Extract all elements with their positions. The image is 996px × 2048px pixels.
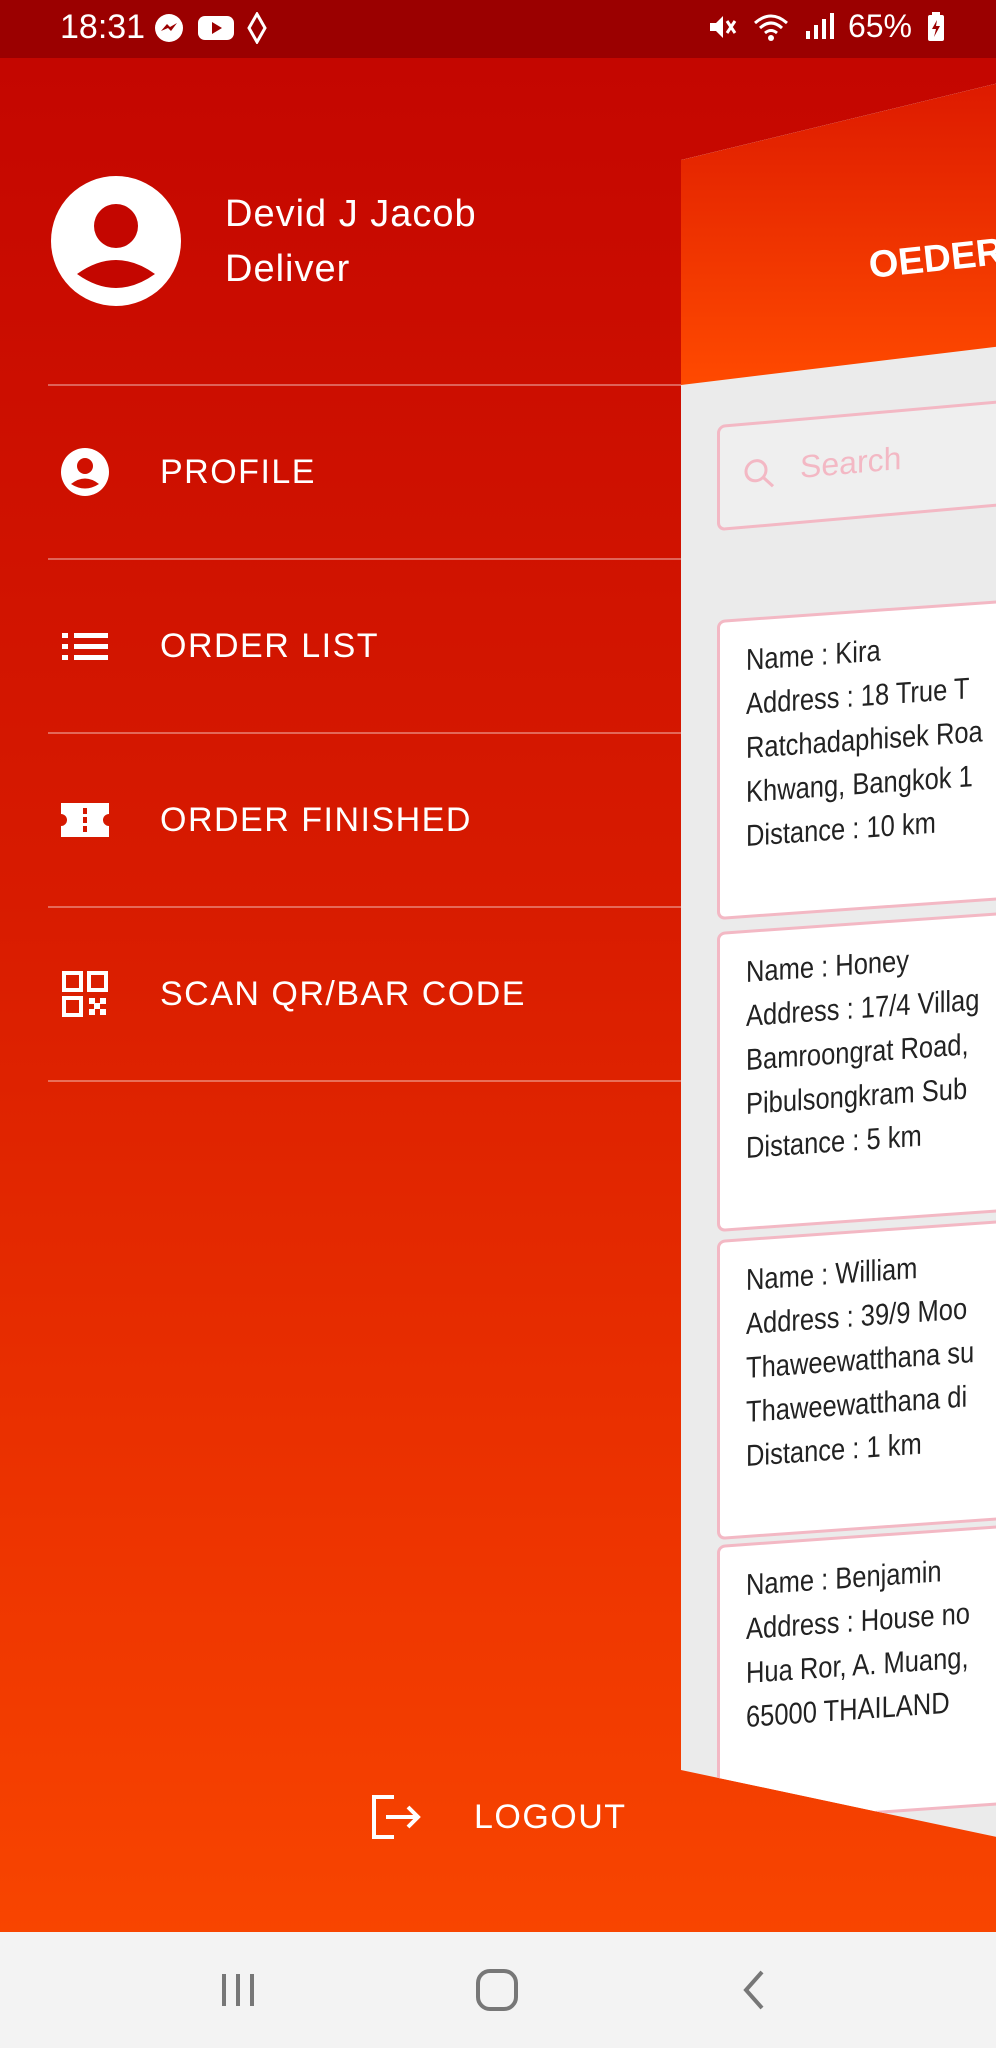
youtube-icon	[198, 16, 234, 40]
battery-percent: 65%	[847, 8, 912, 44]
user-avatar-icon	[53, 178, 179, 304]
order-card[interactable]: Name : Honey Address : 17/4 Villag Bamro…	[717, 908, 996, 1232]
menu-label: PROFILE	[160, 452, 316, 491]
mute-icon	[709, 15, 737, 38]
menu-item-order-finished[interactable]: ORDER FINISHED	[48, 733, 681, 907]
search-icon	[744, 459, 775, 488]
menu-item-order-list[interactable]: ORDER LIST	[48, 559, 681, 733]
order-card[interactable]: Name : Kira Address : 18 True T Ratchada…	[717, 596, 996, 920]
logout-label: LOGOUT	[474, 1797, 627, 1836]
search-placeholder: Search	[800, 440, 902, 485]
user-role: Deliver	[225, 248, 351, 290]
profile-icon	[54, 447, 116, 497]
list-icon	[54, 626, 116, 666]
menu-label: ORDER LIST	[160, 626, 380, 665]
messenger-icon	[155, 14, 183, 42]
back-icon[interactable]	[738, 1966, 772, 2014]
menu-item-profile[interactable]: PROFILE	[48, 385, 681, 559]
menu-label: ORDER FINISHED	[160, 800, 472, 839]
user-name: Devid J Jacob	[225, 193, 477, 235]
logout-button[interactable]: LOGOUT	[370, 1793, 627, 1841]
status-time: 18:31	[60, 8, 146, 46]
status-bar: 18:31 65%	[0, 0, 996, 58]
avatar[interactable]	[51, 176, 181, 306]
battery-icon	[928, 11, 944, 41]
home-icon[interactable]	[474, 1966, 520, 2014]
qr-code-icon	[54, 971, 116, 1017]
menu-item-scan-qr[interactable]: SCAN QR/BAR CODE	[48, 907, 681, 1081]
vpn-icon	[247, 12, 267, 44]
logout-icon	[372, 1795, 421, 1839]
wifi-icon	[753, 14, 788, 41]
system-nav-bar	[0, 1932, 996, 2048]
search-input[interactable]: Search	[717, 394, 996, 532]
order-card[interactable]: Name : William Address : 39/9 Moo Thawee…	[717, 1216, 996, 1540]
divider	[48, 1080, 681, 1082]
recent-apps-icon[interactable]	[216, 1966, 260, 2014]
menu-label: SCAN QR/BAR CODE	[160, 974, 526, 1013]
signal-icon	[805, 12, 834, 39]
order-card[interactable]: Name : Benjamin Address : House no Hua R…	[717, 1521, 996, 1825]
ticket-icon	[54, 799, 116, 841]
order-screen-preview[interactable]: OEDER Search Name : Kira Address : 18 Tr…	[681, 80, 996, 1840]
